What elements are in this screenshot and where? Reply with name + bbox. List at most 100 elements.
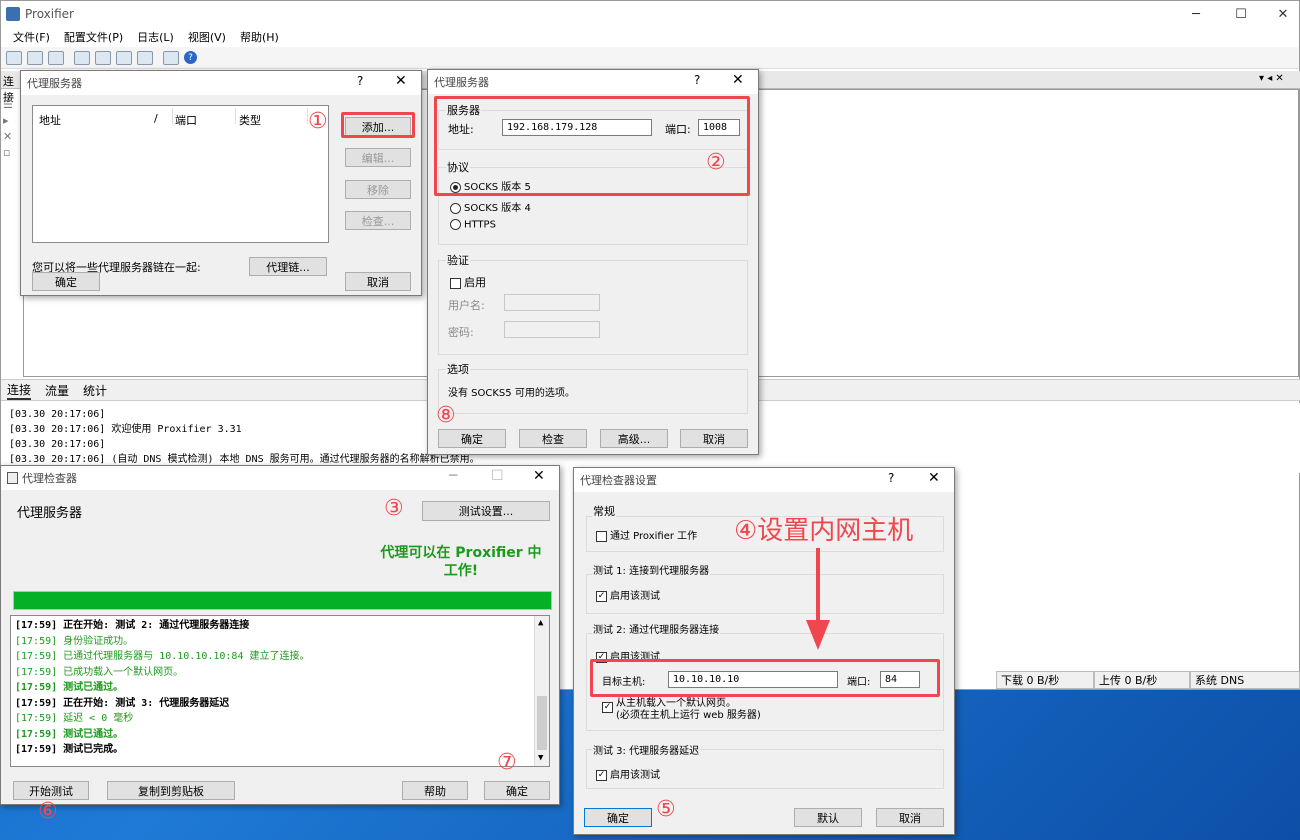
start-test-button[interactable]: 开始测试 — [13, 781, 89, 800]
annotation-step-1: ① — [308, 109, 328, 134]
log-line: [17:59] 已成功载入一个默认网页。 — [15, 666, 184, 678]
log-scrollbar[interactable]: ▲ ▼ — [534, 616, 549, 766]
ok-button[interactable]: 确定 — [484, 781, 550, 800]
proxy-list[interactable]: 地址 / 端口 类型 — [32, 105, 329, 243]
status-dns: 系统 DNS — [1190, 671, 1300, 689]
proxy-servers-icon[interactable] — [6, 50, 22, 65]
cancel-button[interactable]: 取消 — [680, 429, 748, 448]
title-bar: Proxifier ─ ☐ ✕ — [1, 1, 1299, 27]
annotation-box-add — [341, 112, 415, 138]
close-icon[interactable]: ✕ — [1263, 1, 1300, 27]
ok-button[interactable]: 确定 — [438, 429, 506, 448]
close-icon[interactable]: ✕ — [928, 470, 940, 486]
proxification-rules-icon[interactable] — [27, 50, 43, 65]
general-group-label: 常规 — [592, 503, 616, 519]
checker-log[interactable]: [17:59] 正在开始: 测试 2: 通过代理服务器连接 [17:59] 身份验… — [10, 615, 550, 767]
via-proxifier-checkbox[interactable] — [596, 530, 607, 542]
status-download: 下载 0 B/秒 — [996, 671, 1094, 689]
remove-proxy-button[interactable]: 移除 — [345, 180, 411, 199]
tab-traffic[interactable]: 流量 — [45, 382, 69, 399]
about-icon[interactable]: ? — [184, 51, 197, 64]
dialog-title: 代理检查器设置 — [574, 468, 954, 492]
annotation-step-8: ⑧ — [436, 403, 456, 428]
edit-proxy-button[interactable]: 编辑... — [345, 148, 411, 167]
name-resolution-icon[interactable] — [48, 50, 64, 65]
new-profile-icon[interactable] — [74, 50, 90, 65]
minimize-icon[interactable]: ─ — [1176, 1, 1216, 27]
dialog-title: 代理服务器 — [428, 70, 758, 94]
default-button[interactable]: 默认 — [794, 808, 862, 827]
menu-file[interactable]: 文件(F) — [13, 29, 50, 45]
options-text: 没有 SOCKS5 可用的选项。 — [448, 388, 575, 399]
scroll-down-icon[interactable]: ▼ — [538, 751, 543, 767]
auth-enable[interactable]: 启用 — [450, 274, 486, 290]
close-icon[interactable]: ✕ — [732, 72, 744, 88]
load-page[interactable]: ✓ 从主机载入一个默认网页。 (必须在主机上运行 web 服务器) — [602, 698, 761, 722]
cancel-button[interactable]: 取消 — [345, 272, 411, 291]
test1-enable[interactable]: ✓ 启用该测试 — [596, 587, 660, 602]
open-profile-icon[interactable] — [95, 50, 111, 65]
username-input[interactable] — [504, 294, 600, 311]
radio-socks4[interactable] — [450, 202, 461, 214]
protocol-https[interactable]: HTTPS — [450, 219, 496, 231]
checker-heading: 代理服务器 — [17, 506, 83, 521]
export-icon[interactable] — [137, 50, 153, 65]
test1-group-label: 测试 1: 连接到代理服务器 — [592, 562, 711, 577]
pane-menu-icon[interactable]: ▾ ◂ ✕ — [1259, 73, 1284, 84]
print-icon[interactable] — [163, 50, 179, 65]
maximize-icon[interactable]: ☐ — [1221, 1, 1261, 27]
scroll-up-icon[interactable]: ▲ — [538, 616, 543, 632]
menu-view[interactable]: 视图(V) — [188, 29, 226, 45]
annotation-step-5: ⑤ — [656, 797, 676, 822]
column-port[interactable]: 端口 — [175, 112, 197, 128]
app-icon — [6, 7, 20, 21]
log-line: [17:59] 正在开始: 测试 3: 代理服务器延迟 — [15, 697, 230, 709]
menu-help[interactable]: 帮助(H) — [240, 29, 279, 45]
check-button[interactable]: 检查 — [519, 429, 587, 448]
help-icon[interactable]: ? — [357, 74, 363, 88]
load-page-checkbox[interactable]: ✓ — [602, 702, 613, 713]
checker-icon — [7, 472, 18, 484]
proxy-chain-button[interactable]: 代理链... — [249, 257, 327, 276]
check-proxy-button[interactable]: 检查... — [345, 211, 411, 230]
log-line: [17:59] 身份验证成功。 — [15, 635, 134, 647]
tab-statistics[interactable]: 统计 — [83, 382, 107, 399]
column-type[interactable]: 类型 — [239, 112, 261, 128]
scroll-thumb[interactable] — [537, 696, 547, 750]
help-icon[interactable]: ? — [694, 73, 700, 87]
log-line: [17:59] 测试已完成。 — [15, 744, 124, 755]
annotation-step-3: ③ — [384, 496, 404, 521]
radio-https[interactable] — [450, 219, 461, 230]
auth-enable-checkbox[interactable] — [450, 277, 461, 289]
column-address[interactable]: 地址 — [39, 112, 61, 128]
test-settings-button[interactable]: 测试设置... — [422, 501, 550, 521]
close-icon[interactable]: ✕ — [533, 468, 545, 484]
log-line: [17:59] 已通过代理服务器与 10.10.10.10:84 建立了连接。 — [15, 651, 310, 662]
ok-button[interactable]: 确定 — [32, 272, 100, 291]
help-icon[interactable]: ? — [888, 471, 894, 485]
help-button[interactable]: 帮助 — [402, 781, 468, 800]
minimize-icon[interactable]: ─ — [449, 468, 457, 484]
copy-clipboard-button[interactable]: 复制到剪贴板 — [107, 781, 235, 800]
protocol-socks4[interactable]: SOCKS 版本 4 — [450, 199, 531, 214]
via-proxifier[interactable]: 通过 Proxifier 工作 — [596, 527, 697, 542]
test3-enable-checkbox[interactable]: ✓ — [596, 769, 607, 781]
annotation-arrowhead — [806, 620, 830, 650]
test3-enable[interactable]: ✓ 启用该测试 — [596, 766, 660, 781]
annotation-step-2: ② — [706, 150, 726, 175]
annotation-step-6: ⑥ — [38, 799, 58, 824]
ok-button[interactable]: 确定 — [584, 808, 652, 827]
annotation-step-7: ⑦ — [497, 750, 517, 775]
test1-enable-checkbox[interactable]: ✓ — [596, 590, 607, 602]
close-icon[interactable]: ✕ — [395, 73, 407, 89]
window-title: Proxifier — [25, 7, 74, 21]
advanced-button[interactable]: 高级... — [600, 429, 668, 448]
menu-profile[interactable]: 配置文件(P) — [64, 29, 123, 45]
maximize-icon[interactable]: ☐ — [491, 468, 504, 484]
cancel-button[interactable]: 取消 — [876, 808, 944, 827]
save-profile-icon[interactable] — [116, 50, 132, 65]
password-input[interactable] — [504, 321, 600, 338]
tab-connections[interactable]: 连接 — [7, 381, 32, 400]
menu-log[interactable]: 日志(L) — [137, 29, 174, 45]
status-upload: 上传 0 B/秒 — [1094, 671, 1190, 689]
